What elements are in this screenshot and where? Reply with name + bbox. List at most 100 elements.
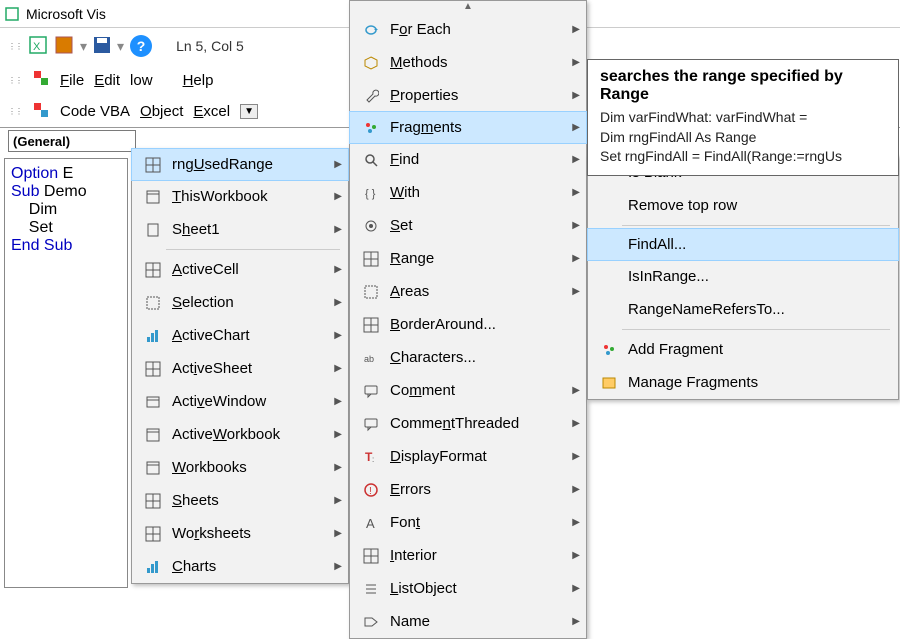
svg-text:!: ! (369, 486, 372, 497)
tag-icon (358, 614, 384, 630)
menu-item[interactable]: Workbooks▶ (132, 451, 348, 484)
codevba-label[interactable]: Code VBA (60, 103, 130, 120)
menu-item[interactable]: Sheet1▶ (132, 213, 348, 246)
menu-item[interactable]: RangeNameRefersTo... (588, 293, 898, 326)
grid-icon (140, 262, 166, 278)
menu-item[interactable]: Areas▶ (350, 275, 586, 308)
menu-item[interactable]: ! Errors ▶ (350, 473, 586, 506)
frag-icon (596, 342, 622, 358)
menu-item-label: ThisWorkbook (166, 188, 324, 205)
menu-item[interactable]: Charts▶ (132, 550, 348, 583)
menu-item[interactable]: Name▶ (350, 605, 586, 638)
submenu-arrow-icon: ▶ (334, 363, 342, 374)
menu-item[interactable]: For Each▶ (350, 13, 586, 46)
menu-item[interactable]: ActiveWindow▶ (132, 385, 348, 418)
menu-item[interactable]: Manage Fragments (588, 366, 898, 399)
menu-edit[interactable]: Edit (94, 72, 120, 89)
menu-item-label: Find (384, 151, 562, 168)
tooltip-body: Dim varFindWhat: varFindWhat = Dim rngFi… (600, 108, 886, 167)
menu-item[interactable]: ThisWorkbook▶ (132, 180, 348, 213)
submenu-arrow-icon: ▶ (334, 330, 342, 341)
menu-low[interactable]: low (130, 72, 153, 89)
cube-icon (358, 55, 384, 71)
menu-file[interactable]: File (60, 72, 84, 89)
menu-item[interactable]: IsInRange... (588, 260, 898, 293)
menu-item[interactable]: T:DisplayFormat▶ (350, 440, 586, 473)
menu-item[interactable]: Add Fragment (588, 333, 898, 366)
menu-item[interactable]: Range▶ (350, 242, 586, 275)
codevba-icon[interactable] (32, 101, 50, 123)
svg-text:A: A (366, 516, 375, 531)
menu-item[interactable]: AFont▶ (350, 506, 586, 539)
menu-item-label: Set (384, 217, 562, 234)
menu-item-label: RangeNameRefersTo... (622, 301, 874, 318)
font-icon: A (358, 515, 384, 531)
svg-text:X: X (33, 41, 41, 53)
help-icon[interactable]: ? (130, 35, 152, 57)
menu-item-label: ActiveCell (166, 261, 324, 278)
menu-item-label: For Each (384, 21, 562, 38)
dropdown-toggle[interactable]: ▼ (240, 104, 258, 119)
submenu-arrow-icon: ▶ (572, 154, 580, 165)
menu-item[interactable]: ActiveChart ▶ (132, 319, 348, 352)
save-icon[interactable] (93, 36, 111, 57)
menu-item[interactable]: Worksheets▶ (132, 517, 348, 550)
menu-item[interactable]: CommentThreaded▶ (350, 407, 586, 440)
object-label[interactable]: Object (140, 103, 183, 120)
comment-icon (358, 416, 384, 432)
menu-item-label: BorderAround... (384, 316, 562, 333)
menu-item[interactable]: Interior▶ (350, 539, 586, 572)
svg-text:{ }: { } (365, 188, 376, 200)
wrench-icon (358, 88, 384, 104)
grid-icon (140, 493, 166, 509)
code-editor[interactable]: Option E Sub Demo Dim Set End Sub (4, 158, 128, 588)
tformat-icon: T: (358, 449, 384, 465)
submenu-arrow-icon: ▶ (334, 396, 342, 407)
manage-icon (596, 375, 622, 391)
menu-item[interactable]: abCharacters... (350, 341, 586, 374)
menu-item[interactable]: ActiveCell▶ (132, 253, 348, 286)
chart-icon (140, 328, 166, 344)
menu-item[interactable]: BorderAround... (350, 308, 586, 341)
menu-item[interactable]: Set▶ (350, 209, 586, 242)
excel-icon[interactable]: X (28, 35, 48, 58)
sheet-icon (140, 222, 166, 238)
range-menu: ▲ For Each▶Methods▶Properties▶Fragments▶… (349, 0, 587, 639)
menu-item[interactable]: Remove top row (588, 189, 898, 222)
menu-item[interactable]: ActiveSheet▶ (132, 352, 348, 385)
grip-icon: ⋮⋮ (8, 42, 22, 51)
menu-item[interactable]: { }With▶ (350, 176, 586, 209)
menu-item-label: Font (384, 514, 562, 531)
menu-item[interactable]: Comment▶ (350, 374, 586, 407)
object-menu: rngUsedRange▶ThisWorkbook▶Sheet1▶ActiveC… (131, 148, 349, 584)
svg-text::: : (372, 455, 374, 464)
combo-value: (General) (13, 134, 70, 149)
grid-icon (140, 361, 166, 377)
submenu-arrow-icon: ▶ (334, 495, 342, 506)
menu-item-label: rngUsedRange (166, 156, 324, 173)
scroll-up-icon[interactable]: ▲ (350, 1, 586, 13)
menu-item[interactable]: ActiveWorkbook▶ (132, 418, 348, 451)
menu-item[interactable]: ListObject▶ (350, 572, 586, 605)
excel-label[interactable]: Excel (193, 103, 230, 120)
chart-icon (140, 559, 166, 575)
loop-icon (358, 22, 384, 38)
module-icon[interactable] (54, 35, 74, 58)
submenu-arrow-icon: ▶ (334, 528, 342, 539)
menu-item[interactable]: Sheets▶ (132, 484, 348, 517)
general-combo[interactable]: (General) (8, 130, 136, 152)
menu-item[interactable]: rngUsedRange▶ (131, 148, 349, 181)
util-icon[interactable] (32, 69, 50, 91)
menu-item[interactable]: Selection▶ (132, 286, 348, 319)
menu-item[interactable]: Properties▶ (350, 79, 586, 112)
menu-item[interactable]: Methods▶ (350, 46, 586, 79)
menu-item-label: ActiveChart (166, 327, 324, 344)
menu-help[interactable]: Help (183, 72, 214, 89)
menu-item[interactable]: Find ▶ (350, 143, 586, 176)
code-icon: { } (358, 185, 384, 201)
menu-item[interactable]: Fragments▶ (349, 111, 587, 144)
tooltip: searches the range specified by Range Di… (587, 59, 899, 176)
menu-item[interactable]: FindAll... (587, 228, 899, 261)
menu-item-label: Errors (384, 481, 562, 498)
submenu-arrow-icon: ▶ (572, 484, 580, 495)
